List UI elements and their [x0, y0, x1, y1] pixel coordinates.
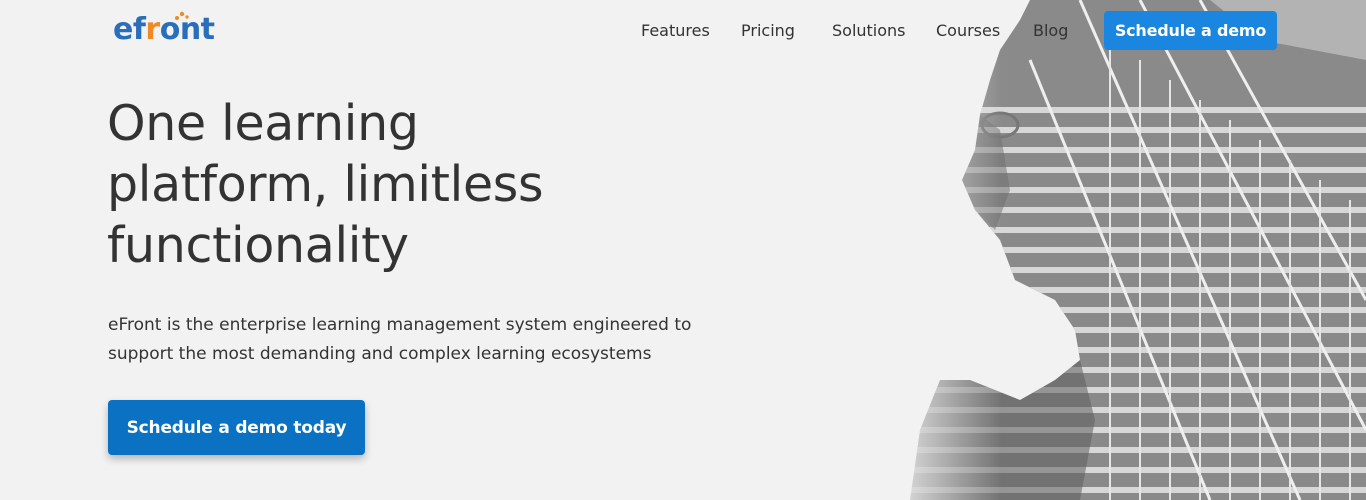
- logo-text-part1: ef: [113, 12, 146, 47]
- nav-courses[interactable]: Courses: [936, 20, 1000, 42]
- nav-blog[interactable]: Blog: [1033, 20, 1068, 42]
- efront-logo[interactable]: efront: [113, 11, 215, 48]
- subtitle-line-2: support the most demanding and complex l…: [108, 344, 652, 364]
- hero-headline: One learning platform, limitless functio…: [107, 93, 667, 276]
- subtitle-line-1: eFront is the enterprise learning manage…: [108, 315, 692, 335]
- headline-line-3: functionality: [107, 217, 409, 274]
- nav-features[interactable]: Features: [641, 20, 710, 42]
- hero-image: [880, 0, 1366, 500]
- logo-text-part2: r: [145, 12, 160, 47]
- nav-solutions[interactable]: Solutions: [832, 20, 906, 42]
- nav-pricing[interactable]: Pricing: [741, 20, 795, 42]
- schedule-demo-today-button[interactable]: Schedule a demo today: [108, 400, 365, 455]
- schedule-demo-button[interactable]: Schedule a demo: [1104, 11, 1277, 50]
- logo-spark-icon: [175, 11, 189, 20]
- headline-line-2: platform, limitless: [107, 156, 544, 213]
- hero-subtitle: eFront is the enterprise learning manage…: [108, 311, 748, 369]
- headline-line-1: One learning: [107, 95, 419, 152]
